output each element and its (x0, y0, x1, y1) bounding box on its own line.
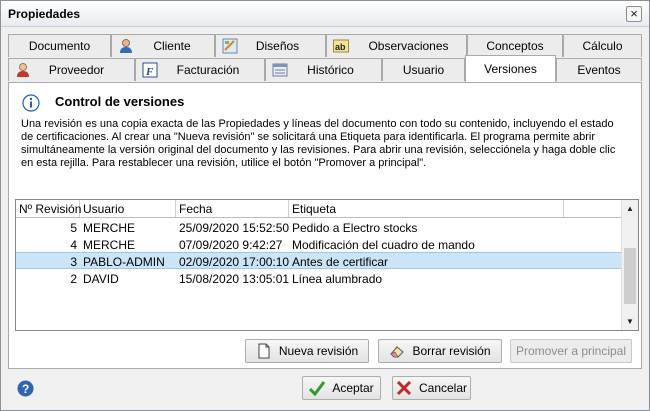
cell-revision: 4 (70, 238, 77, 252)
tab-conceptos[interactable]: Conceptos (467, 34, 563, 57)
delete-revision-button[interactable]: Borrar revisión (378, 339, 502, 363)
tab-calculo[interactable]: Cálculo (563, 34, 642, 57)
tab-label: Histórico (307, 63, 354, 77)
tab-label: Cliente (153, 39, 191, 53)
accept-label: Aceptar (332, 381, 374, 395)
table-row[interactable]: 2 DAVID 15/08/2020 13:05:01 Línea alumbr… (16, 270, 622, 287)
cell-label: Línea alumbrado (292, 272, 383, 286)
tab-label: Documento (28, 39, 91, 53)
cell-label: Pedido a Electro stocks (292, 221, 418, 235)
cell-user: MERCHE (83, 238, 136, 252)
column-header-date[interactable]: Fecha (176, 200, 289, 217)
tab-label: Versiones (484, 62, 537, 76)
revisions-grid[interactable]: Nº Revisión Usuario Fecha Etiqueta 5 MER… (15, 199, 639, 331)
new-revision-label: Nueva revisión (278, 344, 359, 358)
history-icon (272, 63, 288, 77)
properties-dialog: Propiedades × Documento Cliente Diseños … (0, 0, 650, 411)
panel-description: Una revisión es una copia exacta de las … (21, 118, 616, 169)
tab-label: Facturación (176, 63, 240, 77)
tab-label: Usuario (402, 63, 445, 77)
text-ab-icon: ab (333, 39, 349, 53)
cell-revision: 2 (70, 272, 77, 286)
versions-panel: Control de versiones Una revisión es una… (8, 82, 642, 369)
cell-date: 15/08/2020 13:05:01 (179, 272, 289, 286)
column-header-user[interactable]: Usuario (80, 200, 176, 217)
scroll-up-button[interactable]: ▲ (622, 200, 638, 217)
cancel-label: Cancelar (418, 381, 468, 395)
accept-button[interactable]: Aceptar (302, 376, 381, 400)
chevron-down-icon: ▼ (626, 317, 634, 326)
supplier-icon (17, 63, 29, 77)
checkmark-icon (309, 381, 326, 396)
cell-revision: 3 (70, 255, 77, 269)
tab-cliente[interactable]: Cliente (111, 34, 215, 57)
close-x-icon (396, 380, 412, 396)
tab-documento[interactable]: Documento (8, 34, 111, 57)
help-icon[interactable]: ? (17, 380, 34, 397)
cancel-button[interactable]: Cancelar (392, 376, 471, 400)
column-header-revision[interactable]: Nº Revisión (16, 200, 81, 217)
tab-versiones[interactable]: Versiones (465, 55, 556, 82)
tab-label: Eventos (577, 63, 621, 77)
svg-text:?: ? (22, 382, 29, 396)
chevron-up-icon: ▲ (626, 204, 634, 213)
new-document-icon (258, 343, 270, 359)
tab-eventos[interactable]: Eventos (556, 58, 642, 81)
tab-historico[interactable]: Histórico (265, 58, 382, 81)
tab-label: Diseños (255, 39, 300, 53)
tab-observaciones[interactable]: ab Observaciones (326, 34, 467, 57)
cell-date: 02/09/2020 17:00:10 (179, 255, 289, 269)
table-row[interactable]: 5 MERCHE 25/09/2020 15:52:50 Pedido a El… (16, 219, 622, 236)
panel-heading: Control de versiones (55, 94, 185, 109)
cell-user: MERCHE (83, 221, 136, 235)
cell-label: Modificación del cuadro de mando (292, 238, 475, 252)
tab-label: Conceptos (486, 39, 544, 53)
close-button[interactable]: × (626, 6, 642, 22)
tab-disenos[interactable]: Diseños (215, 34, 326, 57)
window-title: Propiedades (8, 7, 81, 21)
tab-label: Proveedor (48, 63, 105, 77)
scroll-down-button[interactable]: ▼ (622, 313, 638, 330)
cell-date: 25/09/2020 15:52:50 (179, 221, 289, 235)
person-icon (120, 39, 132, 53)
cell-user: DAVID (83, 272, 119, 286)
cell-revision: 5 (70, 221, 77, 235)
invoice-f-icon: F (142, 62, 158, 78)
column-header-label[interactable]: Etiqueta (289, 200, 564, 217)
svg-text:ab: ab (335, 42, 346, 52)
tab-facturacion[interactable]: F Facturación (135, 58, 265, 81)
table-row-selected[interactable]: 3 PABLO-ADMIN 02/09/2020 17:00:10 Antes … (16, 252, 622, 269)
tab-label: Observaciones (368, 39, 449, 53)
table-row[interactable]: 4 MERCHE 07/09/2020 9:42:27 Modificación… (16, 236, 622, 253)
title-bar[interactable]: Propiedades × (1, 1, 649, 27)
promote-label: Promover a principal (515, 344, 627, 358)
cell-user: PABLO-ADMIN (83, 255, 165, 269)
svg-text:F: F (145, 66, 154, 78)
cell-label: Antes de certificar (292, 255, 389, 269)
close-icon: × (630, 6, 638, 21)
new-revision-button[interactable]: Nueva revisión (245, 339, 369, 363)
scroll-thumb[interactable] (624, 248, 636, 304)
grid-header: Nº Revisión Usuario Fecha Etiqueta (16, 200, 622, 218)
cell-date: 07/09/2020 9:42:27 (179, 238, 283, 252)
info-icon (22, 94, 40, 112)
tab-label: Cálculo (582, 39, 623, 53)
delete-revision-label: Borrar revisión (412, 344, 491, 358)
vertical-scrollbar[interactable]: ▲ ▼ (621, 200, 638, 330)
tab-proveedor[interactable]: Proveedor (8, 58, 135, 81)
promote-button[interactable]: Promover a principal (510, 339, 632, 363)
eraser-icon (390, 346, 405, 358)
tab-usuario[interactable]: Usuario (382, 58, 465, 81)
design-icon (222, 38, 238, 54)
